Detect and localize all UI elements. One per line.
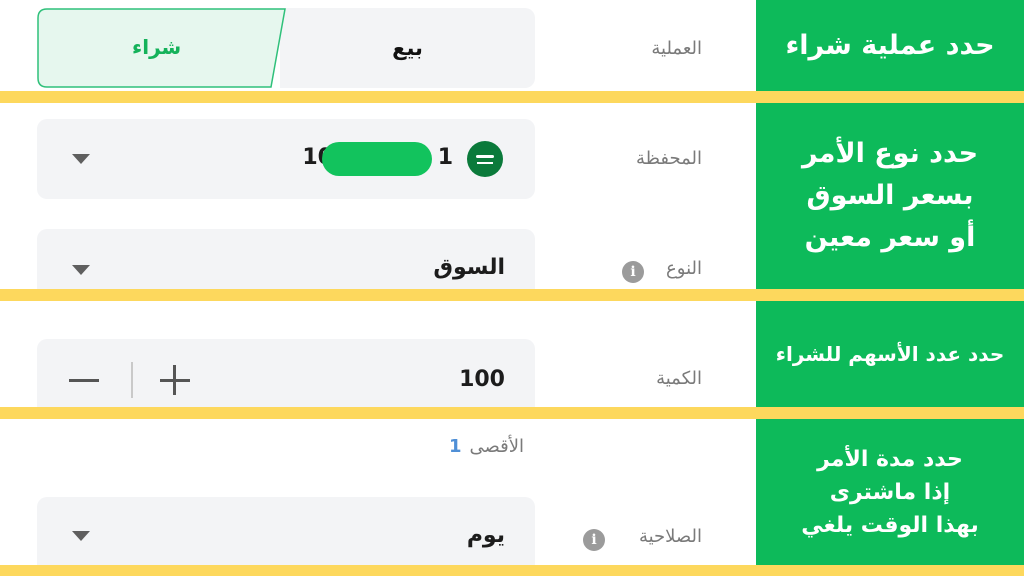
validity-label: الصلاحية bbox=[638, 526, 702, 547]
buy-tab-label: شراء bbox=[132, 35, 182, 59]
annotation-step-buy: حدد عملية شراء bbox=[756, 0, 1024, 91]
portfolio-label: المحفظة bbox=[635, 148, 702, 169]
quantity-stepper: 100 bbox=[37, 339, 535, 407]
minus-icon[interactable] bbox=[69, 379, 99, 382]
chevron-down-icon bbox=[72, 154, 90, 164]
stepper-divider bbox=[131, 362, 133, 398]
order-type-label: النوع bbox=[666, 258, 702, 279]
portfolio-select[interactable]: 1 10 bbox=[37, 119, 535, 199]
order-form-screen: حدد عملية شراء حدد نوع الأمر بسعر السوق … bbox=[0, 0, 1024, 576]
chevron-down-icon bbox=[72, 531, 90, 541]
redaction-mark bbox=[322, 142, 432, 176]
operation-label: العملية bbox=[651, 38, 702, 59]
max-label: الأقصى bbox=[469, 436, 524, 457]
quantity-value[interactable]: 100 bbox=[459, 367, 505, 392]
annotation-step-quantity: حدد عدد الأسهم للشراء bbox=[756, 301, 1024, 407]
order-type-value: السوق bbox=[433, 255, 505, 280]
separator-bar bbox=[0, 289, 1024, 301]
separator-bar bbox=[0, 565, 1024, 576]
max-value: 1 bbox=[448, 436, 462, 457]
order-type-select[interactable]: السوق bbox=[37, 229, 535, 289]
validity-value: يوم bbox=[466, 523, 505, 548]
separator-bar bbox=[0, 91, 1024, 103]
info-icon[interactable]: i bbox=[583, 529, 605, 551]
portfolio-value-suffix: 1 bbox=[437, 145, 453, 170]
separator-bar bbox=[0, 407, 1024, 419]
sell-tab-label: بيع bbox=[392, 36, 423, 60]
annotation-step-order-type: حدد نوع الأمر بسعر السوق أو سعر معين bbox=[756, 103, 1024, 289]
chevron-down-icon bbox=[72, 265, 90, 275]
validity-select[interactable]: يوم bbox=[37, 497, 535, 565]
annotation-step-validity: حدد مدة الأمر إذا ماشترى بهذا الوقت يلغي bbox=[756, 419, 1024, 565]
info-icon[interactable]: i bbox=[622, 261, 644, 283]
operation-toggle: بيع شراء bbox=[37, 8, 535, 88]
plus-icon[interactable] bbox=[173, 365, 176, 395]
sell-tab[interactable]: بيع bbox=[280, 8, 535, 88]
max-quantity-info: الأقصى 1 bbox=[449, 436, 524, 457]
saudi-flag-icon bbox=[467, 141, 503, 177]
quantity-label: الكمية bbox=[656, 368, 702, 389]
buy-tab[interactable]: شراء bbox=[37, 8, 287, 88]
